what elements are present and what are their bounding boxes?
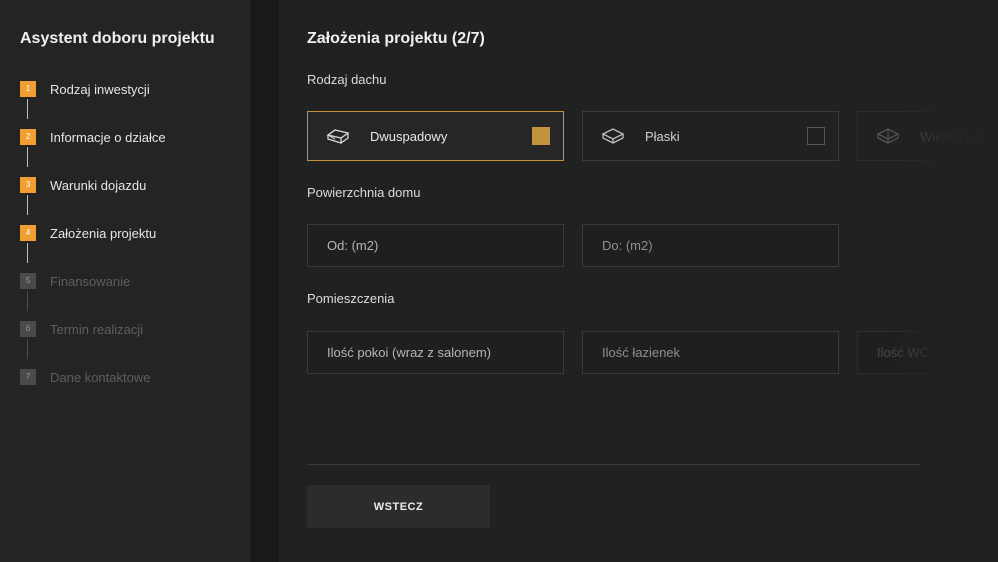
- step-label: Termin realizacji: [50, 321, 144, 337]
- step-7[interactable]: 7 Dane kontaktowe: [20, 367, 245, 387]
- gable-roof-icon: [326, 129, 350, 144]
- roof-option-flat[interactable]: Płaski: [582, 111, 839, 161]
- roof-option-checkbox[interactable]: [807, 127, 825, 145]
- step-6[interactable]: 6 Termin realizacji: [20, 319, 245, 339]
- step-connector: [27, 339, 28, 359]
- roof-option-label: Dwuspadowy: [370, 128, 448, 144]
- roof-option-label: Wielospadowy: [920, 128, 998, 144]
- area-to-input[interactable]: [582, 224, 839, 267]
- step-4[interactable]: 4 Założenia projektu: [20, 223, 245, 243]
- step-3[interactable]: 3 Warunki dojazdu: [20, 175, 245, 195]
- footer-divider: [307, 464, 921, 465]
- step-connector: [27, 147, 28, 167]
- flat-roof-icon: [601, 128, 625, 144]
- back-button[interactable]: WSTECZ: [307, 485, 490, 528]
- roof-option-checkbox[interactable]: [532, 127, 550, 145]
- step-label: Rodzaj inwestycji: [50, 81, 150, 97]
- roof-section-label: Rodzaj dachu: [307, 72, 387, 87]
- panel-gap: [250, 0, 279, 562]
- step-connector: [27, 291, 28, 311]
- step-number: 7: [20, 369, 36, 385]
- step-number: 1: [20, 81, 36, 97]
- wc-count-input[interactable]: [857, 331, 998, 374]
- step-number: 5: [20, 273, 36, 289]
- step-label: Dane kontaktowe: [50, 369, 151, 385]
- step-number: 2: [20, 129, 36, 145]
- app-root: Asystent doboru projektu 1 Rodzaj inwest…: [0, 0, 998, 562]
- area-from-input[interactable]: [307, 224, 564, 267]
- step-5[interactable]: 5 Finansowanie: [20, 271, 245, 291]
- step-2[interactable]: 2 Informacje o działce: [20, 127, 245, 147]
- hip-roof-icon: [876, 128, 900, 144]
- step-1[interactable]: 1 Rodzaj inwestycji: [20, 79, 245, 99]
- rooms-section-label: Pomieszczenia: [307, 291, 395, 306]
- main-panel: Założenia projektu (2/7) Rodzaj dachu Dw…: [279, 0, 998, 562]
- area-section-label: Powierzchnia domu: [307, 185, 421, 200]
- rooms-count-input[interactable]: [307, 331, 564, 374]
- roof-option-gable[interactable]: Dwuspadowy: [307, 111, 564, 161]
- sidebar: Asystent doboru projektu 1 Rodzaj inwest…: [0, 0, 250, 562]
- step-connector: [27, 99, 28, 119]
- step-connector: [27, 195, 28, 215]
- step-label: Finansowanie: [50, 273, 131, 289]
- step-connector: [27, 243, 28, 263]
- roof-option-hip[interactable]: Wielospadowy: [857, 111, 998, 161]
- page-title: Założenia projektu (2/7): [307, 30, 485, 47]
- step-label: Warunki dojazdu: [50, 177, 147, 193]
- step-number: 4: [20, 225, 36, 241]
- step-number: 3: [20, 177, 36, 193]
- step-label: Informacje o działce: [50, 129, 166, 145]
- step-number: 6: [20, 321, 36, 337]
- bathrooms-count-input[interactable]: [582, 331, 839, 374]
- step-label: Założenia projektu: [50, 225, 157, 241]
- roof-option-label: Płaski: [645, 128, 680, 144]
- sidebar-title: Asystent doboru projektu: [20, 30, 215, 47]
